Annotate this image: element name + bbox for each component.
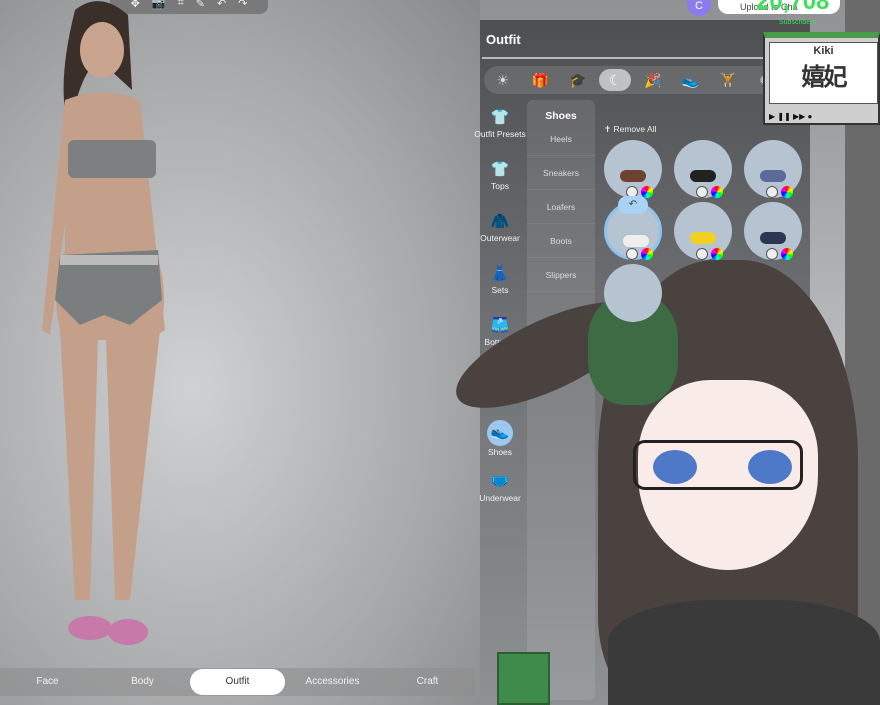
tab-face[interactable]: Face	[0, 669, 95, 695]
outfit-presets-icon: 👕	[490, 109, 510, 126]
sun-moon-icon[interactable]: ☀	[487, 69, 519, 91]
graduation-cap-icon[interactable]: 🎓	[562, 69, 594, 91]
subcategory-header: Shoes	[545, 110, 577, 122]
image-icon[interactable]	[696, 186, 708, 198]
color-wheel-icon[interactable]	[641, 248, 653, 260]
image-icon[interactable]	[696, 248, 708, 260]
shoe-thumbnail	[760, 232, 786, 244]
fitness-icon[interactable]: 🏋	[712, 69, 744, 91]
shoe-thumbnail	[690, 232, 716, 244]
redo-icon[interactable]: ↷	[238, 0, 247, 10]
tab-outfit[interactable]: Outfit	[190, 669, 285, 695]
nav-item-outerwear[interactable]: 🧥 Outerwear	[472, 212, 528, 243]
item-badges	[696, 248, 723, 260]
panel-title: Outfit	[486, 32, 521, 47]
sleep-moon-icon[interactable]: ☾	[599, 69, 632, 91]
logo-name: Kiki	[813, 45, 834, 57]
character-model	[42, 1, 165, 645]
avatar-shirt	[608, 600, 880, 705]
subcategory-heels[interactable]: Heels	[527, 122, 595, 156]
nav-label: Outfit Presets	[474, 129, 526, 139]
subscriber-label: Subscribers	[779, 19, 816, 26]
item-badges	[766, 186, 793, 198]
vtuber-avatar	[442, 250, 880, 705]
party-icon[interactable]: 🎉	[637, 69, 669, 91]
item-badges	[626, 248, 653, 260]
logo: Kiki 嬉妃	[769, 42, 878, 104]
logo-chars: 嬉妃	[801, 64, 848, 91]
outerwear-icon: 🧥	[490, 213, 510, 230]
color-wheel-icon[interactable]	[711, 248, 723, 260]
tab-accessories[interactable]: Accessories	[285, 669, 380, 695]
color-wheel-icon[interactable]	[781, 248, 793, 260]
item-more-item[interactable]	[604, 264, 662, 322]
nav-label: Tops	[491, 181, 509, 191]
image-icon[interactable]	[766, 186, 778, 198]
sneaker-icon[interactable]: 👟	[674, 69, 706, 91]
tops-icon: 👕	[490, 161, 510, 178]
color-wheel-icon[interactable]	[781, 186, 793, 198]
main-tabs: Face Body Outfit Accessories Craft	[0, 668, 475, 696]
color-wheel-icon[interactable]	[711, 186, 723, 198]
image-icon[interactable]	[766, 248, 778, 260]
gift-icon[interactable]: 🎁	[524, 69, 556, 91]
media-controls: ▶ ❚❚ ▶▶ ●	[769, 112, 813, 121]
avatar-glasses	[633, 440, 803, 490]
shoe-thumbnail	[623, 235, 649, 247]
undo-icon[interactable]: ↶	[618, 196, 648, 214]
stream-logo-widget: Kiki 嬉妃 ▶ ❚❚ ▶▶ ●	[763, 32, 880, 125]
subcategory-loafers[interactable]: Loafers	[527, 190, 595, 224]
shoe-thumbnail	[690, 170, 716, 182]
item-badges	[696, 186, 723, 198]
subcategory-sneakers[interactable]: Sneakers	[527, 156, 595, 190]
divider	[482, 57, 782, 59]
nav-item-outfit-presets[interactable]: 👕 Outfit Presets	[472, 108, 528, 139]
item-badges	[766, 248, 793, 260]
subscriber-count: 20,708	[756, 0, 830, 15]
channel-icon: C	[687, 0, 711, 16]
nav-item-tops[interactable]: 👕 Tops	[472, 160, 528, 191]
remove-all-button[interactable]: ✝ Remove All	[604, 124, 656, 135]
shoe-thumbnail	[760, 170, 786, 182]
nav-label: Outerwear	[480, 233, 520, 243]
remove-all-label: Remove All	[613, 124, 657, 134]
shoe-thumbnail	[620, 170, 646, 182]
tab-body[interactable]: Body	[95, 669, 190, 695]
mini-avatar-sticker	[497, 652, 550, 705]
theme-filter-bar: ☀🎁🎓☾🎉👟🏋✺	[484, 66, 784, 94]
image-icon[interactable]	[626, 248, 638, 260]
